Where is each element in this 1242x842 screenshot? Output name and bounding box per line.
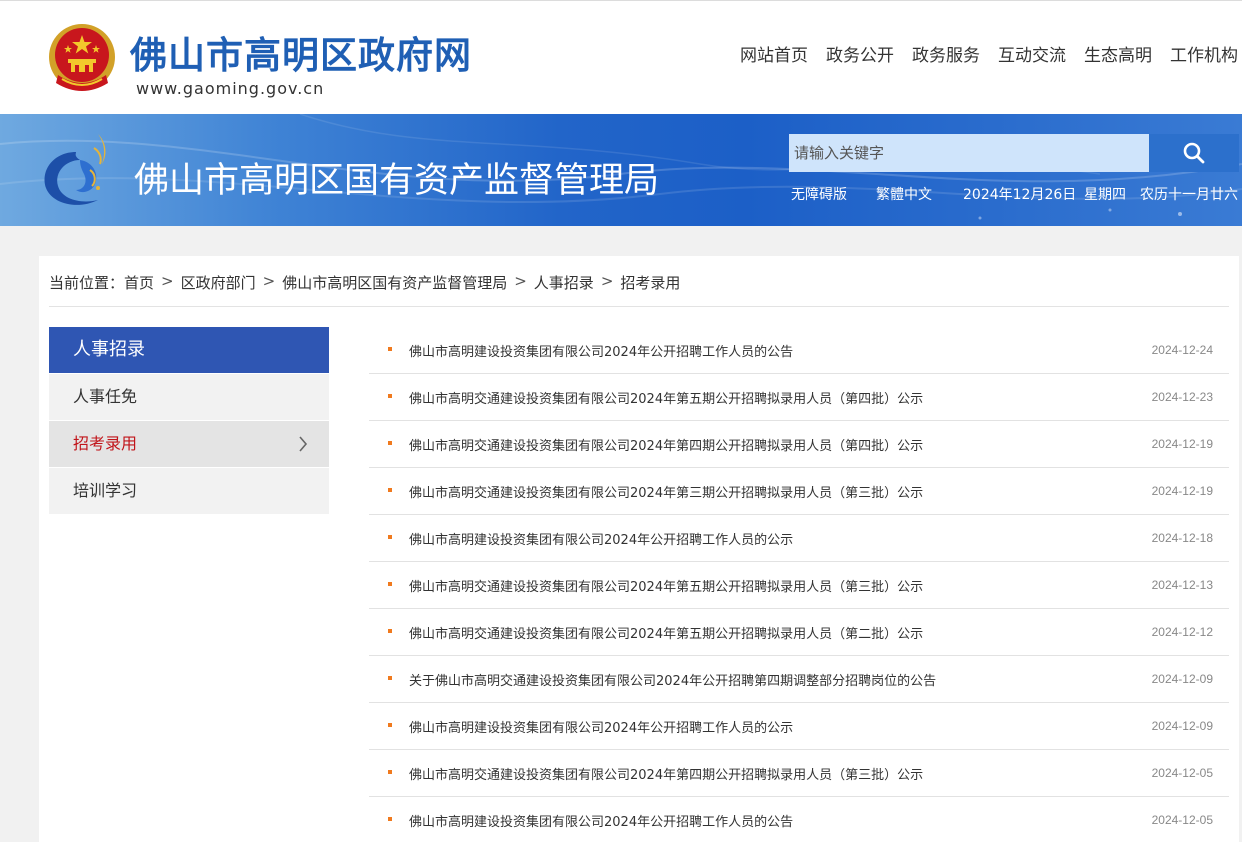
article-title[interactable]: 佛山市高明交通建设投资集团有限公司2024年第四期公开招聘拟录用人员（第四批）公… [409, 435, 923, 454]
article-date: 2024-12-13 [1151, 578, 1213, 592]
article-title[interactable]: 佛山市高明交通建设投资集团有限公司2024年第五期公开招聘拟录用人员（第三批）公… [409, 576, 923, 595]
breadcrumb-separator: > [600, 272, 614, 290]
article-title[interactable]: 佛山市高明交通建设投资集团有限公司2024年第五期公开招聘拟录用人员（第二批）公… [409, 623, 923, 642]
breadcrumb-separator: > [514, 272, 527, 290]
traditional-chinese-link[interactable]: 繁體中文 [876, 184, 932, 204]
article-row[interactable]: 佛山市高明建设投资集团有限公司2024年公开招聘工作人员的公示 2024-12-1… [369, 515, 1229, 562]
article-date: 2024-12-19 [1151, 484, 1213, 498]
bullet-icon [388, 723, 392, 727]
national-emblem-icon [49, 24, 115, 91]
site-header: 佛山市高明区政府网 www.gaoming.gov.cn 网站首页 政务公开 政… [0, 0, 1242, 114]
site-title[interactable]: 佛山市高明区政府网 [130, 25, 472, 79]
bullet-icon [388, 488, 392, 492]
main-nav: 网站首页 政务公开 政务服务 互动交流 生态高明 工作机构 [722, 41, 1238, 66]
article-row[interactable]: 佛山市高明交通建设投资集团有限公司2024年第三期公开招聘拟录用人员（第三批）公… [369, 468, 1229, 515]
bullet-icon [388, 676, 392, 680]
article-title[interactable]: 佛山市高明建设投资集团有限公司2024年公开招聘工作人员的公示 [409, 529, 793, 548]
article-title[interactable]: 关于佛山市高明交通建设投资集团有限公司2024年公开招聘第四期调整部分招聘岗位的… [409, 670, 936, 689]
sidebar-item-training[interactable]: 培训学习 [49, 468, 329, 514]
sidebar-item-appointments[interactable]: 人事任免 [49, 374, 329, 420]
current-weekday: 星期四 [1084, 187, 1126, 203]
article-row[interactable]: 佛山市高明交通建设投资集团有限公司2024年第五期公开招聘拟录用人员（第二批）公… [369, 609, 1229, 656]
bullet-icon [388, 770, 392, 774]
bullet-icon [388, 535, 392, 539]
nav-item-gov-services[interactable]: 政务服务 [912, 41, 980, 66]
article-row[interactable]: 佛山市高明建设投资集团有限公司2024年公开招聘工作人员的公示 2024-12-0… [369, 703, 1229, 750]
search-button[interactable] [1149, 134, 1239, 172]
article-date: 2024-12-23 [1151, 390, 1213, 404]
article-date: 2024-12-12 [1151, 625, 1213, 639]
article-title[interactable]: 佛山市高明交通建设投资集团有限公司2024年第三期公开招聘拟录用人员（第三批）公… [409, 482, 923, 501]
article-title[interactable]: 佛山市高明建设投资集团有限公司2024年公开招聘工作人员的公示 [409, 717, 793, 736]
article-date: 2024-12-24 [1151, 343, 1213, 357]
breadcrumb-label: 当前位置： [49, 274, 125, 292]
article-title[interactable]: 佛山市高明交通建设投资集团有限公司2024年第四期公开招聘拟录用人员（第三批）公… [409, 764, 923, 783]
current-date: 2024年12月26日 [963, 187, 1077, 203]
nav-item-agencies[interactable]: 工作机构 [1170, 41, 1238, 66]
nav-item-ecology[interactable]: 生态高明 [1084, 41, 1152, 66]
breadcrumb-divider [49, 306, 1229, 307]
sidebar-item-exam-hiring[interactable]: 招考录用 [49, 421, 329, 467]
article-row[interactable]: 佛山市高明交通建设投资集团有限公司2024年第五期公开招聘拟录用人员（第三批）公… [369, 562, 1229, 609]
article-title[interactable]: 佛山市高明建设投资集团有限公司2024年公开招聘工作人员的公告 [409, 341, 793, 360]
sidebar-item-label: 人事任免 [73, 387, 138, 406]
article-list: 佛山市高明建设投资集团有限公司2024年公开招聘工作人员的公告 2024-12-2… [369, 327, 1229, 842]
article-date: 2024-12-19 [1151, 437, 1213, 451]
article-date: 2024-12-05 [1151, 813, 1213, 827]
article-row[interactable]: 佛山市高明交通建设投资集团有限公司2024年第四期公开招聘拟录用人员（第三批）公… [369, 750, 1229, 797]
breadcrumb: 当前位置： 首页 > 区政府部门 > 佛山市高明区国有资产监督管理局 > 人事招… [49, 272, 680, 293]
sidebar-item-label: 培训学习 [73, 481, 138, 500]
breadcrumb-item-home[interactable]: 首页 [124, 272, 154, 293]
site-url: www.gaoming.gov.cn [136, 79, 325, 98]
breadcrumb-separator: > [161, 272, 174, 290]
article-date: 2024-12-18 [1151, 531, 1213, 545]
sidebar-heading: 人事招录 [49, 327, 329, 373]
bullet-icon [388, 582, 392, 586]
article-row[interactable]: 关于佛山市高明交通建设投资集团有限公司2024年公开招聘第四期调整部分招聘岗位的… [369, 656, 1229, 703]
article-row[interactable]: 佛山市高明建设投资集团有限公司2024年公开招聘工作人员的公告 2024-12-0… [369, 797, 1229, 842]
bullet-icon [388, 347, 392, 351]
nav-item-interaction[interactable]: 互动交流 [998, 41, 1066, 66]
breadcrumb-item-exam-hiring[interactable]: 招考录用 [620, 272, 680, 293]
search-icon [1183, 142, 1205, 164]
content-panel: 当前位置： 首页 > 区政府部门 > 佛山市高明区国有资产监督管理局 > 人事招… [39, 256, 1239, 842]
article-row[interactable]: 佛山市高明交通建设投资集团有限公司2024年第四期公开招聘拟录用人员（第四批）公… [369, 421, 1229, 468]
sidebar: 人事招录 人事任免 招考录用 培训学习 [49, 327, 329, 514]
bullet-icon [388, 394, 392, 398]
nav-item-gov-affairs[interactable]: 政务公开 [826, 41, 894, 66]
bullet-icon [388, 629, 392, 633]
search-input[interactable] [789, 134, 1149, 172]
breadcrumb-item-bureau[interactable]: 佛山市高明区国有资产监督管理局 [282, 272, 507, 293]
department-title: 佛山市高明区国有资产监督管理局 [134, 161, 660, 201]
department-logo-icon [44, 134, 106, 205]
bullet-icon [388, 817, 392, 821]
article-title[interactable]: 佛山市高明建设投资集团有限公司2024年公开招聘工作人员的公告 [409, 811, 793, 830]
article-date: 2024-12-05 [1151, 766, 1213, 780]
breadcrumb-separator: > [262, 272, 276, 290]
article-date: 2024-12-09 [1151, 719, 1213, 733]
nav-item-home[interactable]: 网站首页 [740, 41, 808, 66]
article-row[interactable]: 佛山市高明交通建设投资集团有限公司2024年第五期公开招聘拟录用人员（第四批）公… [369, 374, 1229, 421]
breadcrumb-item-departments[interactable]: 区政府部门 [181, 272, 256, 293]
sidebar-item-label: 招考录用 [73, 434, 138, 453]
lunar-date: 农历十一月廿六 [1140, 187, 1238, 203]
breadcrumb-item-recruitment[interactable]: 人事招录 [534, 272, 594, 293]
article-title[interactable]: 佛山市高明交通建设投资集团有限公司2024年第五期公开招聘拟录用人员（第四批）公… [409, 388, 923, 407]
bullet-icon [388, 441, 392, 445]
accessibility-link[interactable]: 无障碍版 [791, 184, 847, 204]
department-banner: 佛山市高明区国有资产监督管理局 无障碍版 繁體中文 2024年12月26日 星期… [0, 114, 1242, 226]
article-row[interactable]: 佛山市高明建设投资集团有限公司2024年公开招聘工作人员的公告 2024-12-2… [369, 327, 1229, 374]
article-date: 2024-12-09 [1151, 672, 1213, 686]
